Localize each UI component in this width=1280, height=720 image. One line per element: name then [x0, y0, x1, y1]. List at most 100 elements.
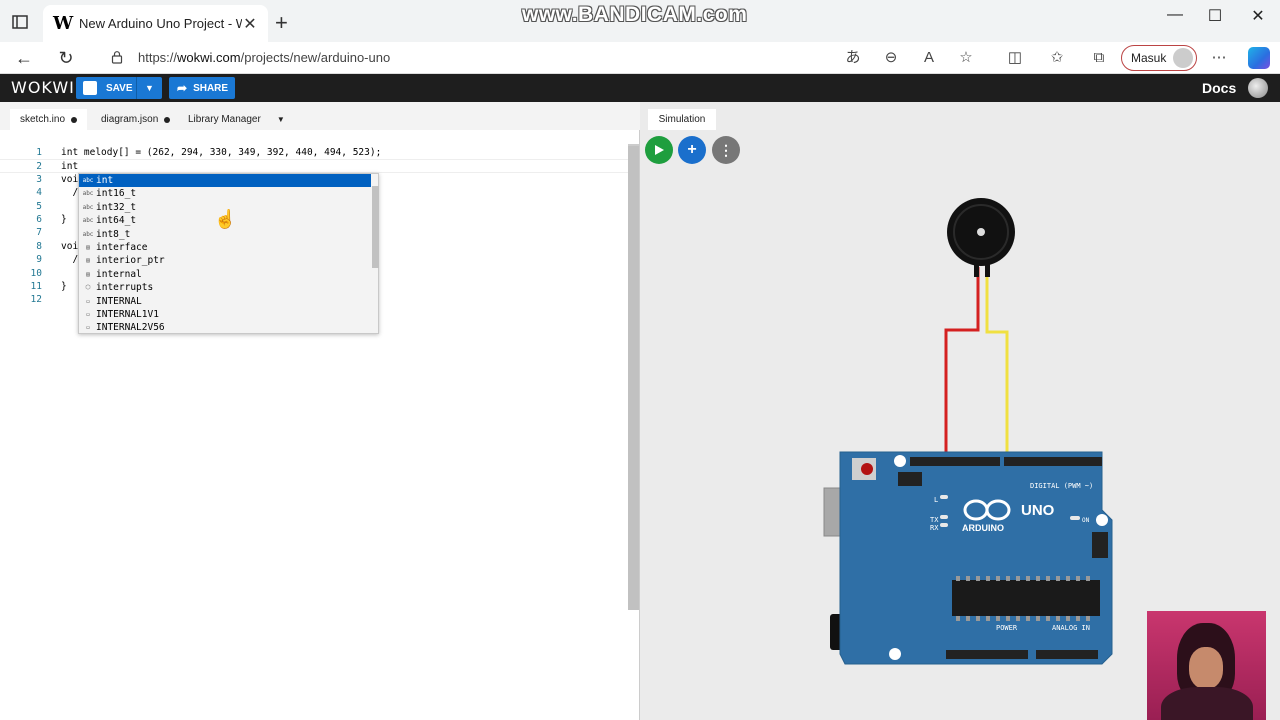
line-text: }	[61, 280, 67, 292]
line-text: int	[61, 161, 79, 173]
editor-tabs: sketch.ino diagram.json Library Manager ▼	[0, 102, 640, 130]
line-number: 3	[36, 173, 42, 185]
autocomplete-scrollbar[interactable]	[372, 186, 379, 268]
suggestion-label: internal	[96, 268, 142, 280]
modified-dot-icon	[71, 116, 78, 123]
constant-icon: ▭	[86, 297, 90, 305]
keyword-icon: abc	[82, 190, 94, 198]
minimize-button[interactable]: —	[1155, 6, 1195, 26]
line-number: 11	[30, 280, 42, 292]
suggestion-label: int64_t	[96, 215, 137, 227]
new-tab-button[interactable]: +	[275, 10, 288, 36]
suggestion-item[interactable]: ⬡ interrupts	[79, 281, 371, 294]
translate-icon[interactable]: あ	[843, 48, 863, 68]
save-dropdown-icon[interactable]: ▼	[136, 77, 162, 99]
url-text: https://wokwi.com/projects/new/arduino-u…	[138, 49, 391, 65]
save-label: SAVE	[106, 82, 133, 94]
back-icon[interactable]: ←	[12, 46, 36, 70]
read-aloud-icon[interactable]: A	[919, 48, 939, 68]
line-number: 9	[36, 254, 42, 266]
keyword-icon: abc	[82, 217, 94, 225]
struct-icon: ▤	[86, 270, 90, 278]
suggestion-item[interactable]: ▭ INTERNAL1V1	[79, 308, 371, 321]
profile-button[interactable]: Masuk	[1121, 45, 1197, 71]
function-icon: ⬡	[85, 284, 91, 292]
suggestion-item[interactable]: ▤ internal	[79, 268, 371, 281]
tab-actions-icon[interactable]	[10, 12, 30, 32]
buzzer[interactable]	[947, 198, 1015, 277]
digital-label: DIGITAL (PWM ~)	[1030, 482, 1093, 490]
editor-scrollbar[interactable]	[628, 146, 639, 610]
struct-icon: ▤	[86, 257, 90, 265]
wokwi-logo[interactable]: WOKWI	[11, 78, 75, 97]
webcam-overlay	[1147, 611, 1266, 720]
tab-label: diagram.json	[101, 114, 159, 125]
suggestion-item[interactable]: abc int16_t	[79, 187, 371, 200]
l-label: L	[934, 496, 938, 504]
maximize-button[interactable]: ☐	[1195, 6, 1235, 26]
profile-label: Masuk	[1131, 51, 1167, 65]
suggestion-label: INTERNAL	[96, 295, 142, 307]
wire-red[interactable]	[944, 267, 980, 458]
line-number: 1	[36, 147, 42, 158]
suggestion-label: INTERNAL2V56	[96, 322, 165, 334]
favorite-star-icon[interactable]: ☆	[956, 48, 976, 68]
browser-tab[interactable]: W New Arduino Uno Project - Wokwi ✕	[43, 5, 268, 42]
suggestion-label: interface	[96, 242, 148, 253]
suggestion-item[interactable]: ▭ INTERNAL2V56	[79, 321, 371, 334]
suggestion-item[interactable]: abc int	[79, 174, 371, 188]
zoom-out-icon[interactable]: ⊖	[881, 48, 901, 68]
power-label: POWER	[996, 624, 1018, 632]
browser-tabstrip: W New Arduino Uno Project - Wokwi ✕ + ww…	[0, 0, 1280, 42]
board-brand-label: ARDUINO	[962, 523, 1004, 533]
suggestion-label: int16_t	[96, 188, 137, 200]
save-button[interactable]: SAVE ▼	[76, 77, 162, 99]
suggestion-label: int8_t	[96, 228, 131, 240]
code-line: 1 int melody[] = (262, 294, 330, 349, 392…	[0, 146, 628, 159]
on-label: ON	[1082, 517, 1090, 524]
tab-diagram-json[interactable]: diagram.json	[91, 109, 180, 130]
close-window-button[interactable]: ✕	[1238, 6, 1278, 26]
line-number: 7	[36, 227, 42, 239]
collections-icon[interactable]: ⧉	[1089, 48, 1109, 68]
constant-icon: ▭	[86, 311, 90, 318]
suggestion-label: int	[96, 175, 114, 186]
suggestion-item[interactable]: ▭ INTERNAL	[79, 295, 371, 308]
tab-dropdown-icon[interactable]: ▼	[277, 115, 285, 124]
face	[1189, 647, 1223, 689]
line-text: /	[61, 187, 79, 199]
rx-label: RX	[930, 524, 939, 532]
board-model-label: UNO	[1021, 502, 1055, 519]
arduino-uno-board[interactable]: UNO ARDUINO DIGITAL (PWM ~) TX RX L ON P…	[823, 451, 1113, 665]
tab-library-manager[interactable]: Library Manager ▼	[178, 109, 295, 130]
more-menu-icon[interactable]: ⋯	[1209, 48, 1229, 68]
suggestion-item[interactable]: ▤ interface	[79, 241, 371, 254]
tab-label: Library Manager	[188, 114, 261, 125]
copilot-icon[interactable]	[1248, 47, 1270, 69]
keyword-icon: abc	[82, 230, 94, 238]
autocomplete-popup: abc int abc int16_t abc int32_t abc int64_t …	[78, 173, 379, 334]
share-icon: ➦	[177, 81, 188, 95]
wire-yellow[interactable]	[985, 267, 1009, 458]
share-button[interactable]: ➦ SHARE	[169, 77, 235, 99]
docs-link[interactable]: Docs	[1202, 80, 1236, 96]
lock-icon[interactable]	[110, 50, 124, 64]
url-field[interactable]: https://wokwi.com/projects/new/arduino-u…	[96, 43, 841, 71]
line-text: int melody[] = (262, 294, 330, 349, 392,…	[61, 147, 382, 158]
user-avatar[interactable]	[1248, 78, 1268, 98]
tab-close-icon[interactable]: ✕	[242, 14, 258, 34]
constant-icon: ▭	[86, 324, 90, 332]
tab-sketch-ino[interactable]: sketch.ino	[10, 109, 88, 130]
tab-title: New Arduino Uno Project - Wokwi	[79, 16, 242, 31]
profile-avatar-icon	[1173, 48, 1193, 68]
line-text: voi	[61, 173, 79, 185]
suggestion-item[interactable]: ▤ interior_ptr	[79, 254, 371, 267]
suggestion-label: INTERNAL1V1	[96, 309, 159, 320]
reload-icon[interactable]: ↻	[54, 46, 78, 70]
hand-cursor-icon: ☝	[214, 209, 237, 229]
suggestion-label: int32_t	[96, 201, 137, 213]
favorites-icon[interactable]: ✩	[1047, 48, 1067, 68]
tx-label: TX	[930, 516, 939, 524]
line-number: 10	[30, 267, 42, 279]
split-screen-icon[interactable]: ◫	[1005, 48, 1025, 68]
